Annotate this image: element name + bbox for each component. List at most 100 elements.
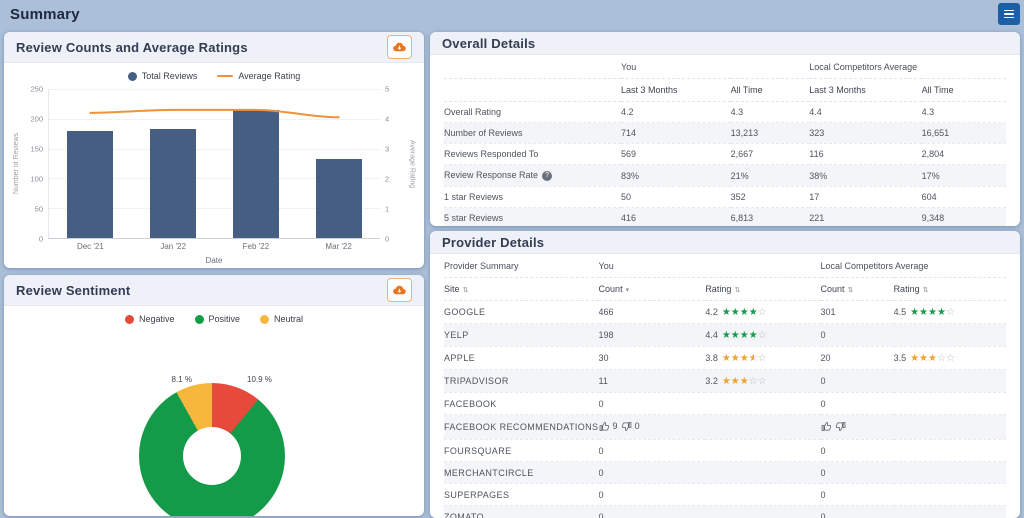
panel-review-counts-header: Review Counts and Average Ratings bbox=[4, 32, 424, 63]
site-name: FACEBOOK RECOMMENDATIONS bbox=[444, 415, 599, 440]
col-header-rating[interactable]: Rating⇅ bbox=[894, 278, 1006, 301]
export-button[interactable] bbox=[387, 35, 412, 59]
y-axis-label-right: Average Rating bbox=[406, 89, 418, 239]
rating-value: 4.4 bbox=[705, 330, 718, 340]
col-header: All Time bbox=[922, 79, 1006, 102]
y-axis-ticks-left: 050100150200250 bbox=[22, 89, 48, 239]
star-icon: ★ bbox=[740, 377, 749, 387]
y-tick-label: 2 bbox=[385, 175, 389, 184]
cell-value: 569 bbox=[621, 144, 731, 165]
site-name: TRIPADVISOR bbox=[444, 370, 599, 393]
rating-value: 3.8 bbox=[705, 353, 718, 363]
col-header-site[interactable]: Site⇅ bbox=[444, 278, 599, 301]
provider-col-header-row: Site⇅Count▾Rating⇅Count⇅Rating⇅ bbox=[444, 278, 1006, 301]
row-label: Number of Reviews bbox=[444, 123, 621, 144]
legend-item-negative[interactable]: Negative bbox=[125, 314, 175, 324]
cell-value: 2,667 bbox=[731, 144, 810, 165]
star-empty-icon: ☆ bbox=[758, 331, 767, 341]
col-header-rating[interactable]: Rating⇅ bbox=[705, 278, 820, 301]
star-rating: 4.2★★★★☆ bbox=[705, 307, 766, 317]
col-header-count[interactable]: Count⇅ bbox=[821, 278, 894, 301]
cell-value: 116 bbox=[809, 144, 921, 165]
legend-item-total-reviews[interactable]: Total Reviews bbox=[128, 71, 198, 81]
sentiment-donut bbox=[139, 383, 285, 516]
site-name: MERCHANTCIRCLE bbox=[444, 462, 599, 484]
competitor-rating bbox=[894, 415, 1006, 440]
row-label: Overall Rating bbox=[444, 102, 621, 123]
chart-area: Number of Reviews 050100150200250 Dec '2… bbox=[4, 89, 424, 239]
reviews-chart-legend: Total Reviews Average Rating bbox=[4, 63, 424, 89]
total-reviews-dot-icon bbox=[128, 72, 137, 81]
cell-value: 221 bbox=[809, 208, 921, 227]
sentiment-chart: Negative Positive Neutral 10.9 % 81.0 % … bbox=[4, 306, 424, 516]
col-header-label: Site bbox=[444, 284, 460, 294]
overall-details-tbody: Overall Rating4.24.34.44.3Number of Revi… bbox=[444, 102, 1006, 227]
table-row: ZOMATO00 bbox=[444, 506, 1006, 518]
cell-value: 21% bbox=[731, 165, 810, 187]
star-rating: 3.5★★★☆☆ bbox=[894, 353, 955, 363]
legend-item-average-rating[interactable]: Average Rating bbox=[217, 71, 300, 81]
thumb-up-icon bbox=[599, 421, 610, 432]
star-icon: ★ bbox=[910, 354, 919, 364]
export-button[interactable] bbox=[387, 278, 412, 302]
bar-plot: Dec '21Jan '22Feb '22Mar '22 bbox=[48, 89, 380, 239]
provider-details-table: Provider Summary You Local Competitors A… bbox=[444, 254, 1006, 518]
cell-value: 416 bbox=[621, 208, 731, 227]
col-header-label: Count bbox=[821, 284, 845, 294]
col-header-count[interactable]: Count▾ bbox=[599, 278, 706, 301]
star-icon: ★ bbox=[749, 331, 758, 341]
rating-value: 3.5 bbox=[894, 353, 907, 363]
sort-icon: ⇅ bbox=[463, 287, 469, 294]
help-icon[interactable]: ? bbox=[542, 171, 552, 181]
site-name: APPLE bbox=[444, 347, 599, 370]
star-icon: ★ bbox=[731, 377, 740, 387]
star-empty-icon: ☆ bbox=[758, 308, 767, 318]
y-tick-label: 250 bbox=[30, 85, 43, 94]
you-count: 11 bbox=[599, 370, 706, 393]
y-tick-label: 5 bbox=[385, 85, 389, 94]
you-rating: 3.8★★★☆★☆ bbox=[705, 347, 820, 370]
y-tick-label: 50 bbox=[35, 205, 43, 214]
star-empty-icon: ☆ bbox=[749, 377, 758, 387]
col-header: Last 3 Months bbox=[621, 79, 731, 102]
legend-item-positive[interactable]: Positive bbox=[195, 314, 241, 324]
competitor-count: 0 bbox=[821, 462, 894, 484]
competitor-rating: 4.5★★★★☆ bbox=[894, 301, 1006, 324]
cell-value: 4.2 bbox=[621, 102, 731, 123]
legend-label: Total Reviews bbox=[142, 71, 198, 81]
negative-percent-label: 10.9 % bbox=[247, 375, 272, 384]
star-icon: ★ bbox=[722, 308, 731, 318]
row-label: Reviews Responded To bbox=[444, 144, 621, 165]
site-name: YELP bbox=[444, 324, 599, 347]
line-path bbox=[90, 110, 338, 117]
cell-value: 83% bbox=[621, 165, 731, 187]
cell-value: 4.3 bbox=[922, 102, 1006, 123]
site-name: ZOMATO bbox=[444, 506, 599, 518]
cell-value: 6,813 bbox=[731, 208, 810, 227]
star-rating: 4.5★★★★☆ bbox=[894, 307, 955, 317]
thumbs-rating bbox=[821, 421, 846, 432]
you-rating: 4.2★★★★☆ bbox=[705, 301, 820, 324]
competitor-rating bbox=[894, 462, 1006, 484]
you-count: 0 bbox=[599, 440, 706, 462]
star-icon: ★ bbox=[937, 308, 946, 318]
neutral-dot-icon bbox=[260, 315, 269, 324]
competitor-count: 20 bbox=[821, 347, 894, 370]
menu-button[interactable] bbox=[998, 3, 1020, 25]
competitor-count: 0 bbox=[821, 393, 894, 415]
group-header-competitors: Local Competitors Average bbox=[809, 55, 1006, 79]
star-icon: ★ bbox=[731, 308, 740, 318]
row-label: 5 star Reviews bbox=[444, 208, 621, 227]
star-icon: ★ bbox=[731, 354, 740, 364]
star-icon: ★ bbox=[722, 354, 731, 364]
table-row: FACEBOOK RECOMMENDATIONS90 bbox=[444, 415, 1006, 440]
table-row: Review Response Rate?83%21%38%17% bbox=[444, 165, 1006, 187]
competitor-count: 0 bbox=[821, 324, 894, 347]
y-tick-label: 200 bbox=[30, 115, 43, 124]
legend-item-neutral[interactable]: Neutral bbox=[260, 314, 303, 324]
average-rating-line-icon bbox=[217, 75, 233, 78]
you-count: 0 bbox=[599, 484, 706, 506]
overall-col-header-row: Last 3 Months All Time Last 3 Months All… bbox=[444, 79, 1006, 102]
panel-title: Review Sentiment bbox=[16, 283, 130, 298]
competitor-rating bbox=[894, 484, 1006, 506]
